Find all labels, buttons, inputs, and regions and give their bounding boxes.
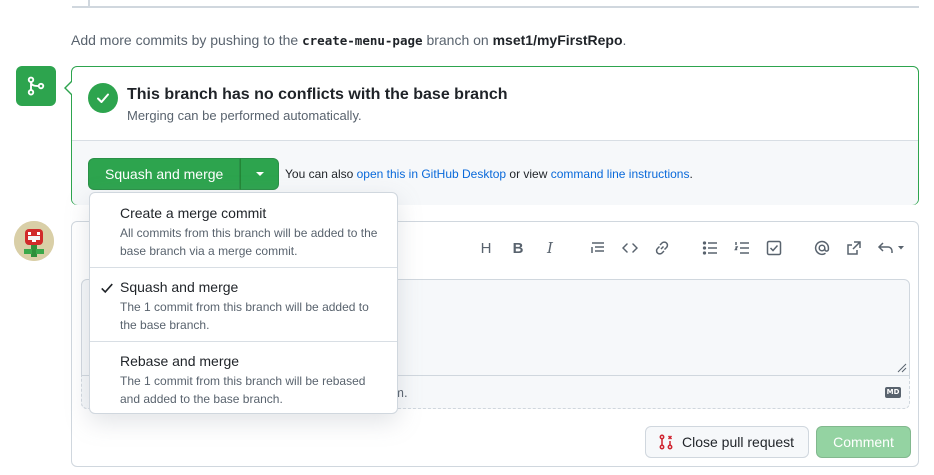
close-pull-request-button[interactable]: Close pull request [645,426,810,458]
bold-icon[interactable]: B [509,239,527,257]
menu-divider [90,341,397,342]
timeline-line [88,0,90,6]
unordered-list-icon[interactable] [701,239,719,257]
merge-method-dropdown-button[interactable] [240,158,280,190]
merge-button-group: Squash and merge [88,158,280,190]
italic-icon[interactable]: I [541,239,559,257]
resize-handle-icon[interactable] [895,361,907,373]
avatar[interactable] [14,221,54,261]
comment-button[interactable]: Comment [816,426,911,458]
reference-icon[interactable] [845,239,863,257]
merge-method-menu: Create a merge commit All commits from t… [89,192,398,414]
open-in-desktop-link[interactable]: open this in GitHub Desktop [357,167,506,181]
merge-box: This branch has no conflicts with the ba… [64,66,919,205]
triangle-down-icon [255,172,264,176]
menu-item-rebase-and-merge[interactable]: Rebase and merge The 1 commit from this … [90,353,397,408]
merge-alternatives-text: You can also open this in GitHub Desktop… [285,167,693,181]
merge-status-subtitle: Merging can be performed automatically. [127,108,362,123]
heading-icon[interactable]: H [477,239,495,257]
branch-name: create-menu-page [302,33,423,48]
git-merge-icon [16,66,56,106]
reply-icon[interactable] [877,239,907,257]
merge-status-title: This branch has no conflicts with the ba… [127,86,508,103]
quote-icon[interactable] [589,239,607,257]
check-icon [101,283,113,294]
ordered-list-icon[interactable] [733,239,751,257]
pull-request-closed-icon [659,434,673,450]
repo-name: mset1/myFirstRepo [492,32,623,48]
mention-icon[interactable] [813,239,831,257]
command-line-instructions-link[interactable]: command line instructions [551,167,690,181]
markdown-icon[interactable]: MD [885,387,901,398]
squash-and-merge-button[interactable]: Squash and merge [88,158,241,190]
link-icon[interactable] [653,239,671,257]
menu-item-squash-and-merge[interactable]: Squash and merge The 1 commit from this … [90,279,397,334]
menu-item-create-merge-commit[interactable]: Create a merge commit All commits from t… [90,205,397,260]
check-circle-icon [88,83,118,113]
code-icon[interactable] [621,239,639,257]
timeline-divider [72,6,919,8]
task-list-icon[interactable] [765,239,783,257]
menu-divider [90,267,397,268]
push-note: Add more commits by pushing to the creat… [71,32,627,48]
